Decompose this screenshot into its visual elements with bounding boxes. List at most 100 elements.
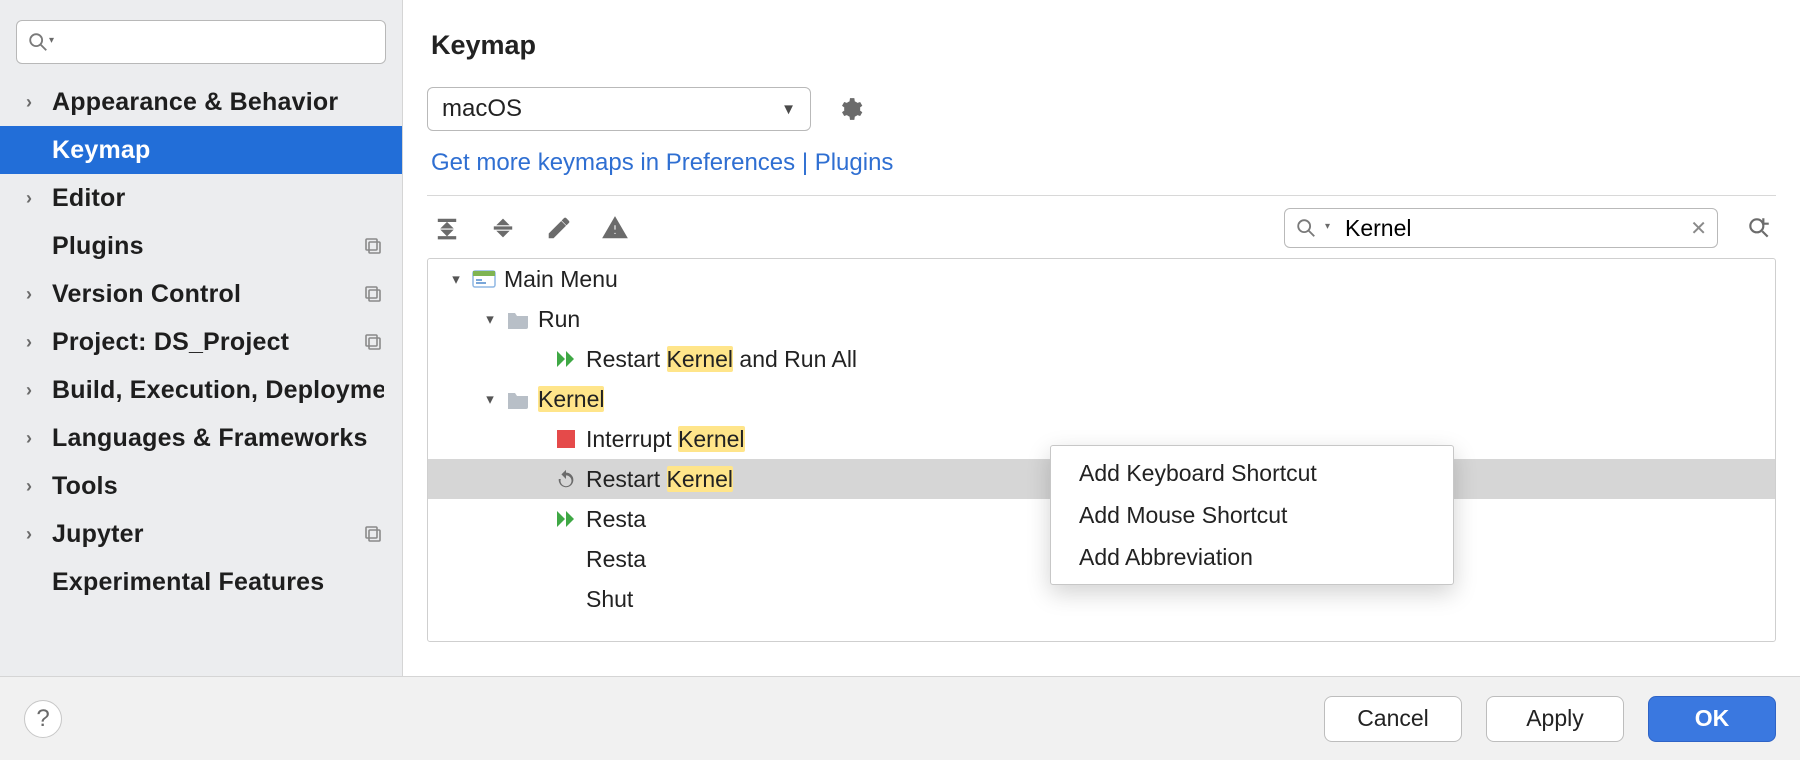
dialog-footer: ? Cancel Apply OK	[0, 676, 1800, 760]
project-level-icon	[362, 283, 384, 305]
keymap-select[interactable]: macOS ▼	[427, 87, 811, 131]
folder-icon	[504, 387, 532, 411]
gear-icon	[837, 96, 863, 122]
sidebar-item-label: Keymap	[52, 136, 384, 165]
sidebar-search-field[interactable]: ▾	[16, 20, 386, 64]
sidebar-item-label: Version Control	[52, 280, 352, 309]
actions-tree[interactable]: ▾ Main Menu ▾ Run Restart Kernel and Run…	[427, 258, 1776, 642]
tree-action-label: Interrupt Kernel	[586, 426, 745, 453]
apply-button[interactable]: Apply	[1486, 696, 1624, 742]
chevron-right-icon: ›	[26, 188, 42, 209]
menu-icon	[470, 267, 498, 291]
tree-action-restart-run-all[interactable]: Restart Kernel and Run All	[428, 339, 1775, 379]
collapse-all-icon	[490, 215, 516, 241]
chevron-down-icon: ▾	[446, 270, 466, 288]
clear-search-button[interactable]: ✕	[1690, 216, 1707, 241]
sidebar-item-languages[interactable]: › Languages & Frameworks	[0, 414, 402, 462]
ok-button[interactable]: OK	[1648, 696, 1776, 742]
project-level-icon	[362, 331, 384, 353]
sidebar-item-plugins[interactable]: Plugins	[0, 222, 402, 270]
sidebar-list: › Appearance & Behavior Keymap › Editor Pl…	[0, 78, 402, 606]
context-menu: Add Keyboard Shortcut Add Mouse Shortcut…	[1050, 445, 1454, 585]
sidebar-item-label: Build, Execution, Deployment	[52, 376, 384, 405]
sidebar-item-experimental[interactable]: Experimental Features	[0, 558, 402, 606]
tree-node-kernel[interactable]: ▾ Kernel	[428, 379, 1775, 419]
chevron-right-icon: ›	[26, 380, 42, 401]
collapse-all-button[interactable]	[487, 212, 519, 244]
sidebar-item-tools[interactable]: › Tools	[0, 462, 402, 510]
chevron-right-icon: ›	[26, 92, 42, 113]
restart-icon	[552, 467, 580, 491]
sidebar-search-input[interactable]	[67, 30, 375, 54]
sidebar-item-label: Experimental Features	[52, 568, 384, 597]
search-icon	[1295, 217, 1317, 239]
edit-shortcut-button[interactable]	[543, 212, 575, 244]
action-search-input[interactable]	[1345, 215, 1682, 242]
sidebar-item-label: Editor	[52, 184, 384, 213]
tree-action-label: Restart Kernel and Run All	[586, 346, 857, 373]
conflicts-button[interactable]	[599, 212, 631, 244]
stop-icon	[552, 427, 580, 451]
chevron-down-icon: ▾	[49, 36, 61, 46]
chevron-down-icon: ▼	[781, 101, 796, 118]
keymap-settings-button[interactable]	[833, 92, 867, 126]
sidebar-item-appearance[interactable]: › Appearance & Behavior	[0, 78, 402, 126]
keymap-panel: Keymap macOS ▼ Get more keymaps in Prefe…	[403, 0, 1800, 676]
tree-node-run[interactable]: ▾ Run	[428, 299, 1775, 339]
run-all-icon	[552, 507, 580, 531]
sidebar-item-label: Plugins	[52, 232, 352, 261]
chevron-down-icon: ▾	[480, 390, 500, 408]
sidebar-search: ▾	[16, 20, 386, 64]
sidebar-item-label: Languages & Frameworks	[52, 424, 384, 453]
chevron-right-icon: ›	[26, 476, 42, 497]
folder-icon	[504, 307, 532, 331]
keymap-select-value: macOS	[442, 95, 522, 123]
get-more-keymaps-link[interactable]: Get more keymaps in Preferences | Plugin…	[431, 149, 1776, 177]
chevron-right-icon: ›	[26, 524, 42, 545]
chevron-right-icon: ›	[26, 428, 42, 449]
ctx-add-abbreviation[interactable]: Add Abbreviation	[1051, 536, 1453, 578]
sidebar-item-label: Appearance & Behavior	[52, 88, 384, 117]
sidebar-item-label: Jupyter	[52, 520, 352, 549]
keymap-toolbar: ▾ ✕	[427, 204, 1776, 258]
action-search-field[interactable]: ▾ ✕	[1284, 208, 1718, 248]
expand-all-button[interactable]	[431, 212, 463, 244]
cancel-button[interactable]: Cancel	[1324, 696, 1462, 742]
find-shortcut-icon	[1746, 215, 1772, 241]
ctx-add-mouse-shortcut[interactable]: Add Mouse Shortcut	[1051, 494, 1453, 536]
chevron-right-icon: ›	[26, 284, 42, 305]
pencil-icon	[546, 215, 572, 241]
sidebar-item-project[interactable]: › Project: DS_Project	[0, 318, 402, 366]
tree-action-label: Shut	[586, 586, 633, 613]
project-level-icon	[362, 523, 384, 545]
sidebar-item-editor[interactable]: › Editor	[0, 174, 402, 222]
tree-action-label: Resta	[586, 506, 646, 533]
expand-all-icon	[434, 215, 460, 241]
tree-node-label: Kernel	[538, 386, 604, 413]
tree-node-label: Run	[538, 306, 580, 333]
project-level-icon	[362, 235, 384, 257]
find-by-shortcut-button[interactable]	[1742, 211, 1776, 245]
sidebar-item-label: Project: DS_Project	[52, 328, 352, 357]
warning-icon	[602, 215, 628, 241]
tree-node-main-menu[interactable]: ▾ Main Menu	[428, 259, 1775, 299]
run-all-icon	[552, 347, 580, 371]
sidebar-item-keymap[interactable]: Keymap	[0, 126, 402, 174]
search-icon	[27, 31, 49, 53]
sidebar-item-version-control[interactable]: › Version Control	[0, 270, 402, 318]
sidebar-item-label: Tools	[52, 472, 384, 501]
chevron-right-icon: ›	[26, 332, 42, 353]
help-button[interactable]: ?	[24, 700, 62, 738]
settings-sidebar: ▾ › Appearance & Behavior Keymap › Editor …	[0, 0, 403, 676]
chevron-down-icon: ▾	[480, 310, 500, 328]
page-title: Keymap	[427, 0, 1776, 87]
tree-node-label: Main Menu	[504, 266, 618, 293]
tree-action-label: Restart Kernel	[586, 466, 733, 493]
sidebar-item-jupyter[interactable]: › Jupyter	[0, 510, 402, 558]
tree-action-shut-trunc[interactable]: Shut	[428, 579, 1775, 619]
tree-action-label: Resta	[586, 546, 646, 573]
ctx-add-keyboard-shortcut[interactable]: Add Keyboard Shortcut	[1051, 452, 1453, 494]
chevron-down-icon: ▾	[1325, 222, 1337, 232]
divider	[427, 195, 1776, 196]
sidebar-item-build[interactable]: › Build, Execution, Deployment	[0, 366, 402, 414]
